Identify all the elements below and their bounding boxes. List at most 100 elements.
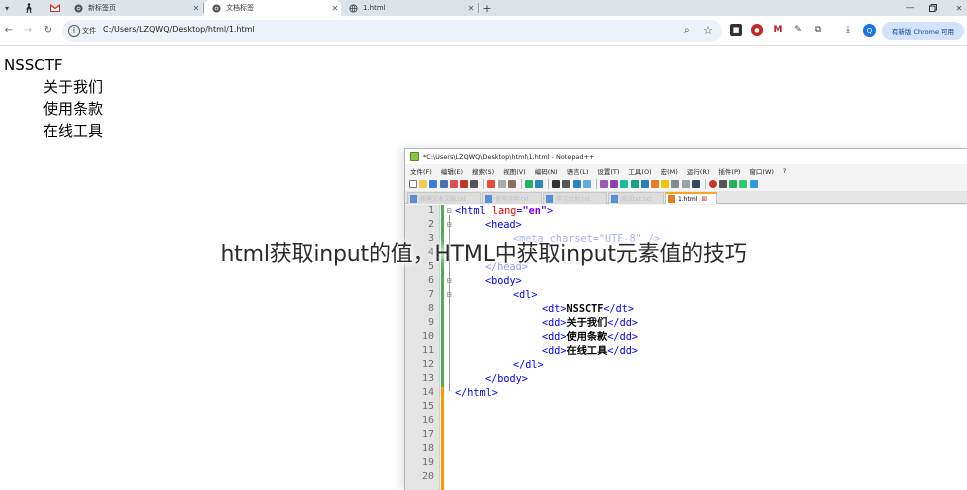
pinned-tab-gmail-icon[interactable] — [48, 1, 62, 15]
chrome-update-button[interactable]: 有新版 Chrome 可用 — [882, 22, 964, 40]
menu-help[interactable]: ? — [783, 167, 786, 175]
pinned-tab-figure-icon[interactable] — [23, 1, 35, 15]
tab-close-icon[interactable]: ✕ — [465, 4, 477, 13]
tab-document-label[interactable]: 文档标签 ✕ — [204, 0, 341, 16]
code-token: <head> — [485, 220, 522, 231]
close-all-icon[interactable] — [459, 180, 468, 188]
menu-macro[interactable]: 宏(M) — [661, 166, 678, 176]
line-number: 18 — [421, 443, 434, 454]
extension-red-icon[interactable]: ● — [751, 24, 763, 36]
doc-map-icon[interactable] — [661, 180, 670, 188]
menu-encoding[interactable]: 编码(N) — [535, 166, 558, 176]
save-all-icon[interactable] — [439, 180, 448, 188]
sync-horizontal-icon[interactable] — [610, 180, 619, 188]
bookmark-star-icon[interactable]: ☆ — [703, 24, 713, 37]
code-token: "en" — [522, 206, 548, 217]
sync-vertical-icon[interactable] — [600, 180, 608, 188]
reload-icon[interactable]: ↻ — [41, 23, 55, 37]
extension-square-icon[interactable]: ■ — [730, 24, 742, 36]
menu-run[interactable]: 运行(R) — [687, 166, 710, 176]
file-tab-label: 使用说明.txt — [495, 196, 530, 203]
url-text[interactable]: C:/Users/LZQWQ/Desktop/html/1.html — [103, 25, 255, 34]
notepad-toolbar — [409, 177, 964, 191]
forward-arrow-icon[interactable]: → — [21, 23, 35, 37]
code-line-14: </html> — [455, 387, 498, 401]
menu-plugins[interactable]: 插件(P) — [718, 166, 740, 176]
menu-tools[interactable]: 工具(O) — [628, 166, 651, 176]
close-window-button[interactable]: ✕ — [953, 1, 965, 15]
code-line-12: </dl> — [513, 359, 544, 373]
dl-definition: 在线工具 — [43, 122, 104, 140]
menu-view[interactable]: 视图(V) — [503, 166, 526, 176]
file-tab-active[interactable]: 1.html ⊠ — [665, 192, 717, 204]
file-tab[interactable]: 新建文本文档.txt — [407, 192, 481, 204]
record-macro-icon[interactable] — [708, 180, 717, 188]
file-tab[interactable]: 测试txt.txt — [608, 192, 664, 204]
tab-new-tab[interactable]: 新标签页 ✕ — [66, 0, 202, 16]
play-macro-icon[interactable] — [729, 180, 738, 188]
site-info-icon[interactable]: i — [68, 25, 80, 37]
text-file-icon — [546, 194, 553, 203]
redo-icon[interactable] — [535, 180, 544, 188]
new-tab-button[interactable]: + — [481, 1, 493, 15]
monitoring-icon[interactable] — [691, 180, 700, 188]
replace-icon[interactable] — [562, 180, 571, 188]
menu-settings[interactable]: 设置(T) — [597, 166, 619, 176]
close-tab-icon[interactable]: ⊠ — [701, 195, 707, 203]
code-token: <dd> — [542, 346, 567, 357]
tab-1-html[interactable]: 1.html ✕ — [341, 0, 477, 16]
zoom-icon[interactable]: ⌕ — [684, 25, 690, 36]
line-number: 7 — [427, 289, 434, 300]
cut-icon[interactable] — [487, 180, 496, 188]
tab-close-icon[interactable]: ✕ — [329, 4, 341, 13]
file-tab[interactable]: 学习计划.txt — [543, 192, 607, 204]
function-list-icon[interactable] — [671, 180, 680, 188]
word-wrap-icon[interactable] — [620, 180, 629, 188]
menu-window[interactable]: 窗口(W) — [749, 166, 774, 176]
profile-avatar[interactable]: Q — [863, 24, 876, 37]
print-icon[interactable] — [470, 180, 479, 188]
find-icon[interactable] — [552, 180, 561, 188]
minimize-button[interactable]: — — [903, 1, 917, 15]
toolbar-separator — [548, 179, 550, 189]
line-number: 11 — [421, 345, 434, 356]
show-all-chars-icon[interactable] — [630, 180, 639, 188]
code-token: <dt> — [542, 304, 567, 315]
extensions-puzzle-icon[interactable]: ⧉ — [812, 24, 824, 36]
address-bar[interactable]: i 文件 C:/Users/LZQWQ/Desktop/html/1.html … — [62, 20, 722, 42]
browser-toolbar: ← → ↻ i 文件 C:/Users/LZQWQ/Desktop/html/1… — [0, 16, 967, 46]
download-icon[interactable]: ⤓ — [842, 24, 854, 36]
undo-icon[interactable] — [524, 180, 533, 188]
code-line-2: <head> — [485, 219, 522, 233]
copy-icon[interactable] — [497, 180, 506, 188]
fold-toggle-icon[interactable]: ⊟ — [445, 206, 453, 215]
back-arrow-icon[interactable]: ← — [2, 23, 16, 37]
tab-close-icon[interactable]: ✕ — [190, 4, 202, 13]
code-token: 关于我们 — [566, 318, 608, 329]
save-macro-icon[interactable] — [749, 180, 758, 188]
stop-macro-icon[interactable] — [719, 180, 728, 188]
indent-guide-icon[interactable] — [640, 180, 649, 188]
close-file-icon[interactable] — [449, 180, 458, 188]
file-tab[interactable]: 使用说明.txt — [482, 192, 542, 204]
maximize-button[interactable] — [927, 1, 939, 15]
open-folder-icon[interactable] — [419, 180, 428, 188]
zoom-out-icon[interactable] — [582, 180, 591, 188]
extension-eyedropper-icon[interactable]: ✎ — [792, 24, 804, 36]
menu-language[interactable]: 语言(L) — [567, 166, 589, 176]
new-file-icon[interactable] — [409, 180, 417, 188]
save-icon[interactable] — [429, 180, 438, 188]
notepad-title-bar: *C:\Users\LZQWQ\Desktop\html\1.html - No… — [405, 149, 967, 164]
run-macro-multiple-icon[interactable] — [739, 180, 748, 188]
folder-workspace-icon[interactable] — [681, 180, 690, 188]
tab-search-icon[interactable]: ▾ — [2, 1, 12, 15]
menu-edit[interactable]: 编辑(E) — [441, 166, 463, 176]
line-number: 19 — [421, 457, 434, 468]
extension-m-icon[interactable]: M — [772, 24, 784, 36]
zoom-in-icon[interactable] — [572, 180, 581, 188]
menu-file[interactable]: 文件(F) — [410, 166, 432, 176]
menu-search[interactable]: 搜索(S) — [472, 166, 494, 176]
udl-icon[interactable] — [650, 180, 659, 188]
paste-icon[interactable] — [507, 180, 516, 188]
notepad-title: *C:\Users\LZQWQ\Desktop\html\1.html - No… — [423, 152, 595, 161]
